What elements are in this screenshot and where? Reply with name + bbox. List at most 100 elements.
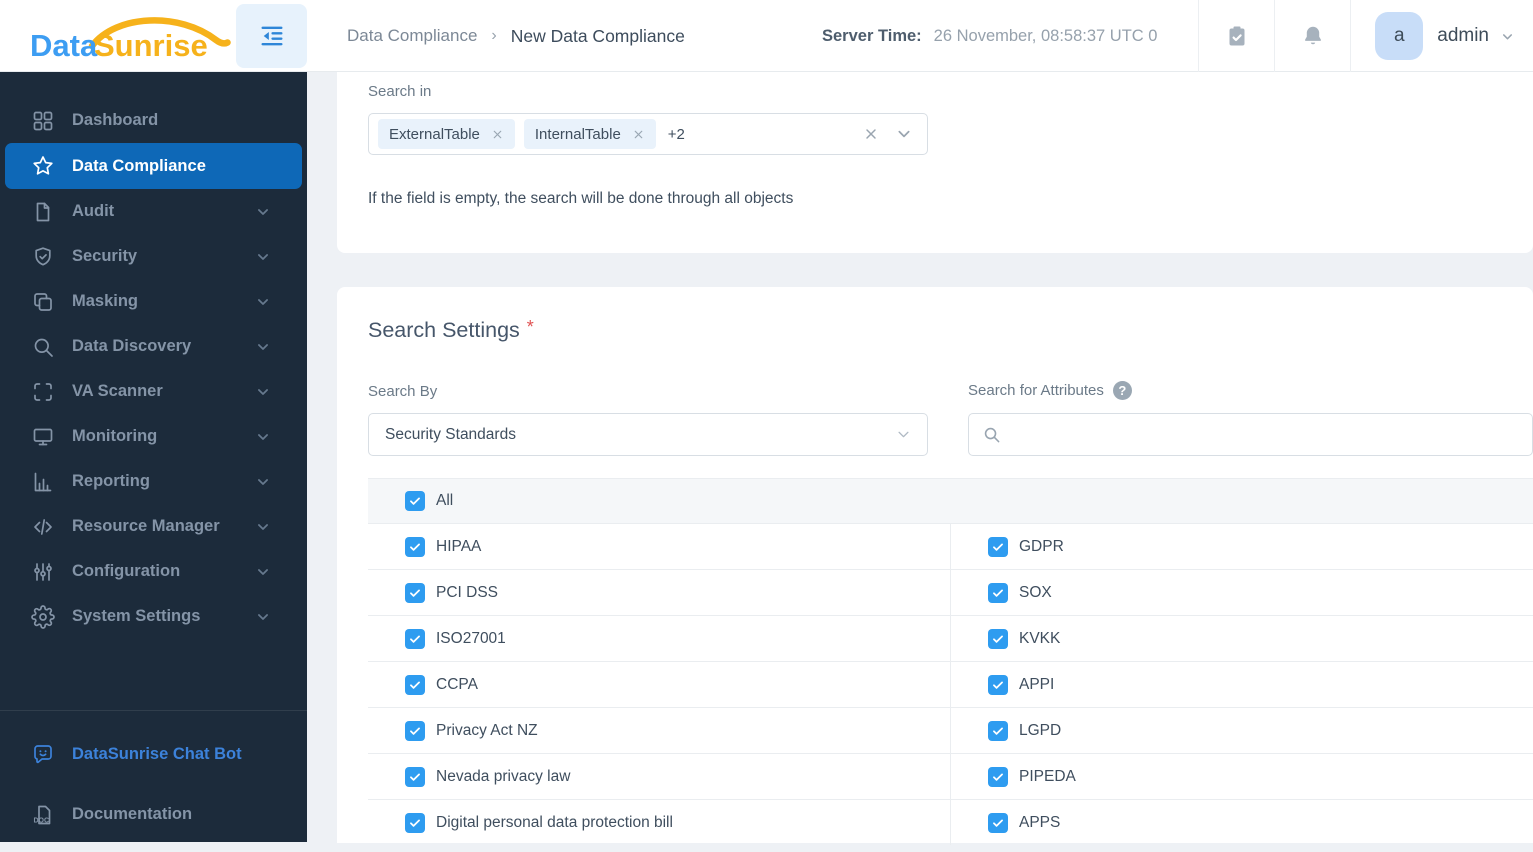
standard-label: PIPEDA — [1019, 767, 1076, 785]
sidebar-item-security[interactable]: Security — [0, 234, 307, 279]
datasunrise-logo[interactable]: Data Sunrise — [28, 10, 238, 69]
star-icon — [31, 154, 55, 178]
checkbox-checked[interactable] — [405, 491, 425, 511]
scanner-icon — [31, 380, 55, 404]
sidebar-item-system-settings[interactable]: System Settings — [0, 594, 307, 639]
table-row: Privacy Act NZ LGPD — [368, 707, 1533, 753]
standard-checkbox-row-ccpa[interactable]: CCPA — [368, 662, 950, 707]
standard-checkbox-row-all[interactable]: All — [368, 479, 1533, 523]
checkbox-checked[interactable] — [988, 536, 1008, 557]
tag-label: ExternalTable — [389, 125, 480, 143]
sidebar-item-datasunrise-chat-bot[interactable]: DataSunrise Chat Bot — [0, 732, 307, 777]
sidebar-item-masking[interactable]: Masking — [0, 279, 307, 324]
standard-label: All — [436, 492, 454, 509]
checkbox-checked[interactable] — [988, 628, 1008, 649]
search-by-value: Security Standards — [385, 425, 516, 443]
bell-icon — [1304, 26, 1321, 45]
checkbox-checked[interactable] — [988, 582, 1008, 603]
user-menu[interactable]: a admin — [1351, 12, 1533, 60]
checkbox-checked[interactable] — [405, 536, 425, 557]
search-in-card: Search in ExternalTable InternalTable +2 I… — [337, 72, 1533, 253]
sidebar-collapse-button[interactable] — [236, 4, 307, 68]
search-by-select[interactable]: Security Standards — [368, 413, 928, 456]
sidebar-item-resource-manager[interactable]: Resource Manager — [0, 504, 307, 549]
table-row: Digital personal data protection bill APP… — [368, 799, 1533, 845]
sidebar-item-label: System Settings — [72, 607, 201, 625]
standard-checkbox-row-kvkk[interactable]: KVKK — [950, 616, 1533, 661]
sidebar-item-dashboard[interactable]: Dashboard — [0, 98, 307, 143]
clear-selection-icon[interactable] — [863, 126, 879, 142]
chevron-down-icon — [256, 520, 270, 534]
standard-checkbox-row-gdpr[interactable]: GDPR — [950, 524, 1533, 569]
collapse-sidebar-icon — [261, 26, 282, 46]
chevron-down-icon — [256, 565, 270, 579]
sidebar-item-reporting[interactable]: Reporting — [0, 459, 307, 504]
sidebar-item-data-compliance[interactable]: Data Compliance — [5, 143, 302, 189]
sidebar-item-label: VA Scanner — [72, 382, 163, 400]
remove-tag-icon[interactable] — [632, 128, 645, 141]
dashboard-icon — [31, 109, 55, 133]
standard-checkbox-row-digital-personal-data-protection-bill[interactable]: Digital personal data protection bill — [368, 800, 950, 845]
checkbox-checked[interactable] — [988, 720, 1008, 741]
required-asterisk: * — [526, 317, 534, 337]
checkbox-checked[interactable] — [405, 720, 425, 741]
checkbox-checked[interactable] — [988, 766, 1008, 787]
standard-label: Digital personal data protection bill — [436, 813, 673, 831]
selected-object-tag[interactable]: ExternalTable — [378, 119, 515, 149]
masking-icon — [31, 290, 55, 314]
sidebar-item-monitoring[interactable]: Monitoring — [0, 414, 307, 459]
user-name: admin — [1437, 25, 1489, 46]
sidebar-item-label: Data Compliance — [72, 156, 206, 175]
selected-object-tag[interactable]: InternalTable — [523, 119, 656, 149]
search-for-attributes-label: Search for Attributes ? — [968, 381, 1132, 400]
checkbox-checked[interactable] — [405, 674, 425, 695]
checkbox-checked[interactable] — [988, 674, 1008, 695]
avatar: a — [1375, 12, 1424, 60]
standard-checkbox-row-nevada-privacy-law[interactable]: Nevada privacy law — [368, 754, 950, 799]
tasks-button[interactable] — [1199, 0, 1274, 72]
sidebar-item-label: Masking — [72, 292, 139, 310]
remove-tag-icon[interactable] — [491, 128, 504, 141]
chevron-down-icon[interactable] — [896, 126, 912, 142]
sidebar-item-va-scanner[interactable]: VA Scanner — [0, 369, 307, 414]
standard-label: PCI DSS — [436, 583, 499, 601]
bar-chart-icon — [31, 470, 55, 494]
chevron-down-icon — [256, 385, 270, 399]
logo-zone: Data Sunrise — [0, 0, 307, 72]
main-content: Search in ExternalTable InternalTable +2 I… — [307, 72, 1533, 845]
standard-checkbox-row-hipaa[interactable]: HIPAA — [368, 524, 950, 569]
chevron-down-icon — [256, 610, 270, 624]
checkbox-checked[interactable] — [405, 766, 425, 787]
more-tags-count[interactable]: +2 — [668, 126, 685, 143]
help-icon[interactable]: ? — [1112, 381, 1132, 400]
standard-checkbox-row-iso27001[interactable]: ISO27001 — [368, 616, 950, 661]
standard-checkbox-row-lgpd[interactable]: LGPD — [950, 708, 1533, 753]
attributes-search-input[interactable] — [1010, 426, 1519, 443]
sidebar-item-audit[interactable]: Audit — [0, 189, 307, 234]
sidebar-item-documentation[interactable]: DOC Documentation — [0, 792, 307, 837]
sidebar-item-configuration[interactable]: Configuration — [0, 549, 307, 594]
sidebar-item-data-discovery[interactable]: Data Discovery — [0, 324, 307, 369]
search-in-multiselect[interactable]: ExternalTable InternalTable +2 — [368, 113, 928, 155]
standard-checkbox-row-apps[interactable]: APPS — [950, 800, 1533, 845]
standard-label: SOX — [1019, 583, 1052, 601]
checkbox-checked[interactable] — [405, 582, 425, 603]
standards-table: All HIPAA GDPR PCI DSS SOX ISO27001 KVKK CCPA AP… — [368, 478, 1533, 845]
notifications-button[interactable] — [1275, 0, 1350, 72]
checkbox-checked[interactable] — [405, 812, 425, 833]
standard-checkbox-row-privacy-act-nz[interactable]: Privacy Act NZ — [368, 708, 950, 753]
breadcrumb-parent[interactable]: Data Compliance — [347, 26, 477, 46]
breadcrumb: Data Compliance › New Data Compliance — [347, 0, 685, 72]
tag-label: InternalTable — [534, 125, 621, 143]
standard-checkbox-row-pci-dss[interactable]: PCI DSS — [368, 570, 950, 615]
standard-checkbox-row-pipeda[interactable]: PIPEDA — [950, 754, 1533, 799]
checkbox-checked[interactable] — [405, 628, 425, 649]
standard-checkbox-row-appi[interactable]: APPI — [950, 662, 1533, 707]
top-header: Data Sunrise Data Compliance › New Data … — [0, 0, 1533, 72]
standard-checkbox-row-sox[interactable]: SOX — [950, 570, 1533, 615]
checkbox-checked[interactable] — [988, 812, 1008, 833]
table-row: HIPAA GDPR — [368, 523, 1533, 569]
gear-icon — [31, 604, 55, 629]
table-row: PCI DSS SOX — [368, 569, 1533, 615]
table-row: ISO27001 KVKK — [368, 615, 1533, 661]
